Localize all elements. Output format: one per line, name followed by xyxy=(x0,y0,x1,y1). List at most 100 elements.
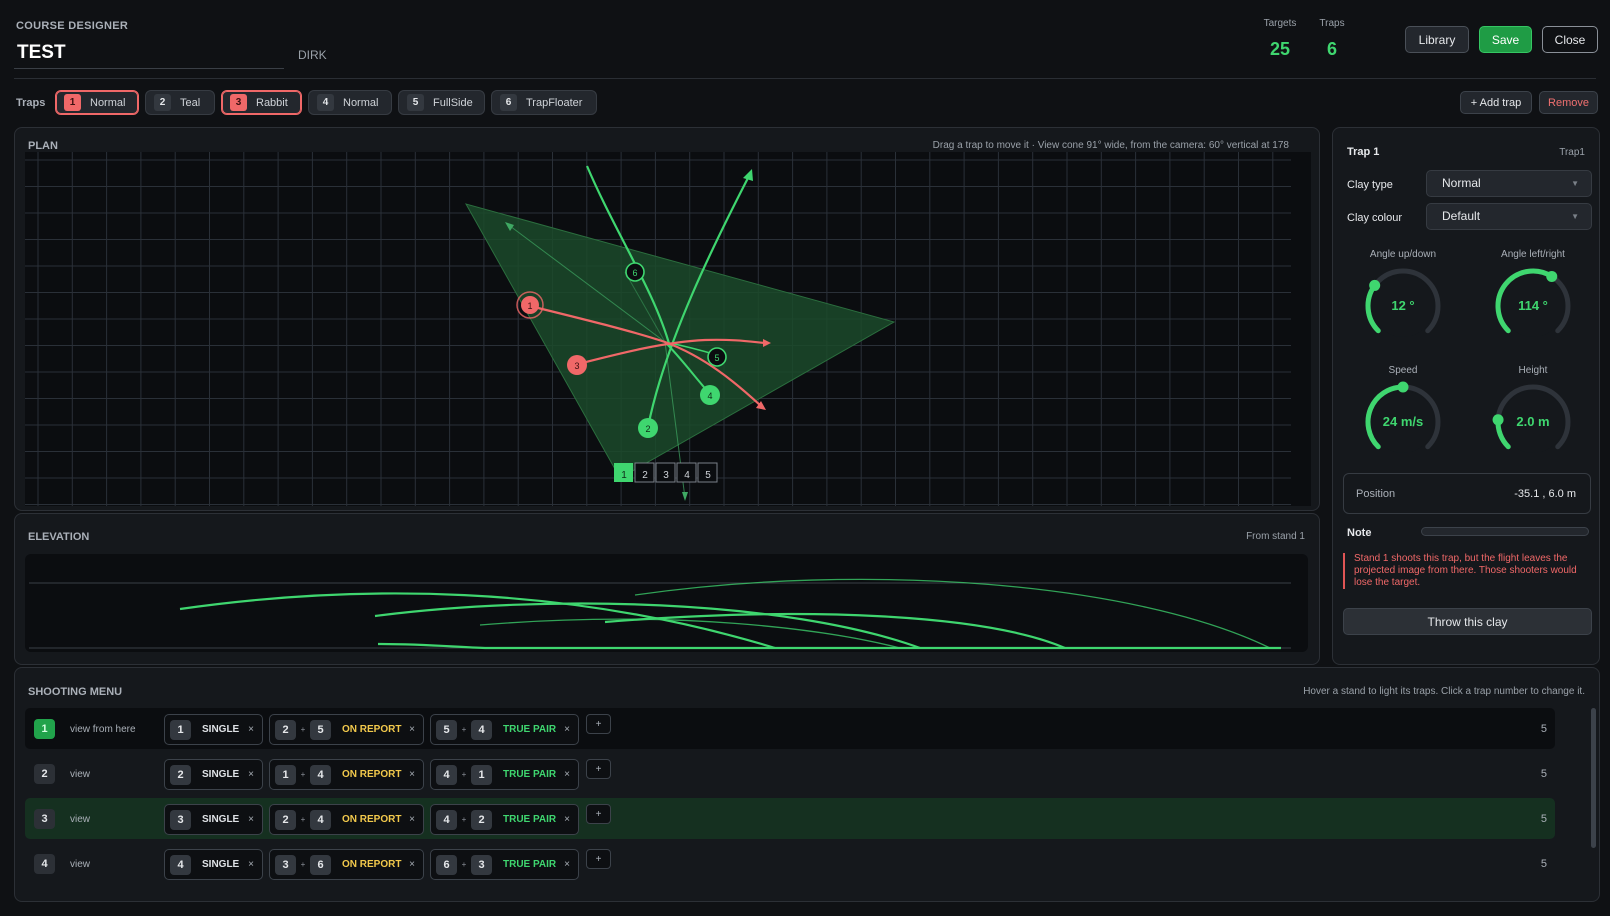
trap-number[interactable]: 5 xyxy=(436,719,457,740)
trap-chip-6[interactable]: 6 TrapFloater xyxy=(491,90,597,115)
true-pair-pill[interactable]: 4 +2 TRUE PAIR × xyxy=(430,804,579,835)
remove-pill-icon[interactable]: × xyxy=(564,769,570,780)
elevation-panel: ELEVATION From stand 1 xyxy=(14,513,1320,665)
trap-number[interactable]: 1 xyxy=(170,719,191,740)
trap-number[interactable]: 2 xyxy=(275,719,296,740)
trap-number[interactable]: 4 xyxy=(436,809,457,830)
single-pill[interactable]: 2 SINGLE × xyxy=(164,759,263,790)
close-button[interactable]: Close xyxy=(1542,26,1598,53)
true-pair-pill[interactable]: 4 +1 TRUE PAIR × xyxy=(430,759,579,790)
remove-pill-icon[interactable]: × xyxy=(248,814,254,825)
stand-badge[interactable]: 4 xyxy=(34,854,55,874)
angle-up-down-value: 12 ° xyxy=(1391,298,1415,313)
stand-view-link[interactable]: view xyxy=(70,814,90,825)
single-pill[interactable]: 1 SINGLE × xyxy=(164,714,263,745)
clay-type-select[interactable]: Normal ▼ xyxy=(1426,170,1592,197)
trap-marker-3[interactable]: 3 xyxy=(567,355,587,375)
trap-chip-3[interactable]: 3 Rabbit xyxy=(221,90,302,115)
trap-number[interactable]: 4 xyxy=(436,764,457,785)
note-input[interactable] xyxy=(1421,527,1589,536)
plan-canvas[interactable]: 1 3 6 5 4 2 1 2 3 4 5 xyxy=(25,152,1311,506)
stand-view-link[interactable]: view xyxy=(70,859,90,870)
trap-number[interactable]: 2 xyxy=(170,764,191,785)
true-pair-pill[interactable]: 6 +3 TRUE PAIR × xyxy=(430,849,579,880)
remove-trap-button[interactable]: Remove xyxy=(1539,91,1598,114)
add-shot-button[interactable]: + xyxy=(586,804,611,824)
single-pill[interactable]: 3 SINGLE × xyxy=(164,804,263,835)
remove-pill-icon[interactable]: × xyxy=(409,724,415,735)
menu-row-stand-4[interactable]: 4 view 4 SINGLE × 3 +6 ON REPORT × 6 +3 TRUE PAIR × +… xyxy=(25,843,1555,884)
dial-knob[interactable] xyxy=(1397,381,1409,393)
stand-view-link[interactable]: view from here xyxy=(70,724,136,735)
throw-clay-button[interactable]: Throw this clay xyxy=(1343,608,1592,635)
trap-number[interactable]: 3 xyxy=(275,854,296,875)
stand-marker-1[interactable]: 1 xyxy=(614,463,633,482)
remove-pill-icon[interactable]: × xyxy=(248,724,254,735)
trap-number[interactable]: 5 xyxy=(310,719,331,740)
remove-pill-icon[interactable]: × xyxy=(564,724,570,735)
single-pill[interactable]: 4 SINGLE × xyxy=(164,849,263,880)
add-shot-button[interactable]: + xyxy=(586,849,611,869)
trap-panel-title: Trap 1 xyxy=(1347,146,1380,158)
trap-marker-4[interactable]: 4 xyxy=(700,385,720,405)
position-field[interactable]: Position -35.1 , 6.0 m xyxy=(1343,473,1591,514)
remove-pill-icon[interactable]: × xyxy=(564,814,570,825)
trap-number[interactable]: 3 xyxy=(170,809,191,830)
on-report-pill[interactable]: 2 +5 ON REPORT × xyxy=(269,714,424,745)
remove-pill-icon[interactable]: × xyxy=(409,769,415,780)
trap-number[interactable]: 4 xyxy=(310,764,331,785)
remove-pill-icon[interactable]: × xyxy=(248,769,254,780)
add-shot-button[interactable]: + xyxy=(586,759,611,779)
dial-knob[interactable] xyxy=(1369,279,1381,291)
add-shot-button[interactable]: + xyxy=(586,714,611,734)
trap-number[interactable]: 4 xyxy=(170,854,191,875)
remove-pill-icon[interactable]: × xyxy=(248,859,254,870)
stand-badge[interactable]: 1 xyxy=(34,719,55,739)
trap-number[interactable]: 6 xyxy=(436,854,457,875)
menu-row-stand-3[interactable]: 3 view 3 SINGLE × 2 +4 ON REPORT × 4 +2 TRUE PAIR × +… xyxy=(25,798,1555,839)
remove-pill-icon[interactable]: × xyxy=(409,814,415,825)
stand-marker-5[interactable]: 5 xyxy=(697,462,718,483)
stand-view-link[interactable]: view xyxy=(70,769,90,780)
course-name-field[interactable]: TEST xyxy=(14,40,284,69)
add-trap-button[interactable]: + Add trap xyxy=(1460,91,1532,114)
trap-chip-2[interactable]: 2 Teal xyxy=(145,90,215,115)
remove-pill-icon[interactable]: × xyxy=(409,859,415,870)
trap-number[interactable]: 6 xyxy=(310,854,331,875)
remove-pill-icon[interactable]: × xyxy=(564,859,570,870)
trap-chip-1[interactable]: 1 Normal xyxy=(55,90,139,115)
trap-number[interactable]: 2 xyxy=(471,809,492,830)
on-report-pill[interactable]: 2 +4 ON REPORT × xyxy=(269,804,424,835)
elevation-flight xyxy=(377,642,1281,650)
stand-marker-2[interactable]: 2 xyxy=(634,462,655,483)
trap-marker-2[interactable]: 2 xyxy=(638,418,658,438)
trap-marker-5[interactable]: 5 xyxy=(707,347,727,367)
trap-number[interactable]: 1 xyxy=(275,764,296,785)
on-report-pill[interactable]: 1 +4 ON REPORT × xyxy=(269,759,424,790)
trap-chip-5[interactable]: 5 FullSide xyxy=(398,90,485,115)
trap-marker-6[interactable]: 6 xyxy=(625,262,645,282)
trap-chip-4[interactable]: 4 Normal xyxy=(308,90,392,115)
trap-number[interactable]: 2 xyxy=(275,809,296,830)
speed-value: 24 m/s xyxy=(1382,414,1424,429)
save-button[interactable]: Save xyxy=(1479,26,1532,53)
menu-scrollbar[interactable] xyxy=(1591,708,1596,848)
on-report-pill[interactable]: 3 +6 ON REPORT × xyxy=(269,849,424,880)
trap-number[interactable]: 4 xyxy=(310,809,331,830)
dial-knob[interactable] xyxy=(1546,270,1558,282)
clay-colour-select[interactable]: Default ▼ xyxy=(1426,203,1592,230)
stand-badge[interactable]: 2 xyxy=(34,764,55,784)
library-button[interactable]: Library xyxy=(1405,26,1469,53)
trap-number[interactable]: 3 xyxy=(471,854,492,875)
trap-marker-label: 4 xyxy=(707,391,712,401)
stand-badge[interactable]: 3 xyxy=(34,809,55,829)
stand-marker-3[interactable]: 3 xyxy=(655,462,676,483)
menu-row-stand-2[interactable]: 2 view 2 SINGLE × 1 +4 ON REPORT × 4 +1 TRUE PAIR × +… xyxy=(25,753,1555,794)
position-value: -35.1 , 6.0 m xyxy=(1514,488,1576,500)
trap-number[interactable]: 4 xyxy=(471,719,492,740)
menu-row-stand-1[interactable]: 1 view from here 1 SINGLE × 2 +5 ON REPORT × 5 +4 T… xyxy=(25,708,1555,749)
trap-number[interactable]: 1 xyxy=(471,764,492,785)
true-pair-pill[interactable]: 5 +4 TRUE PAIR × xyxy=(430,714,579,745)
trap-chip-label: Rabbit xyxy=(256,96,288,109)
stand-marker-4[interactable]: 4 xyxy=(676,462,697,483)
